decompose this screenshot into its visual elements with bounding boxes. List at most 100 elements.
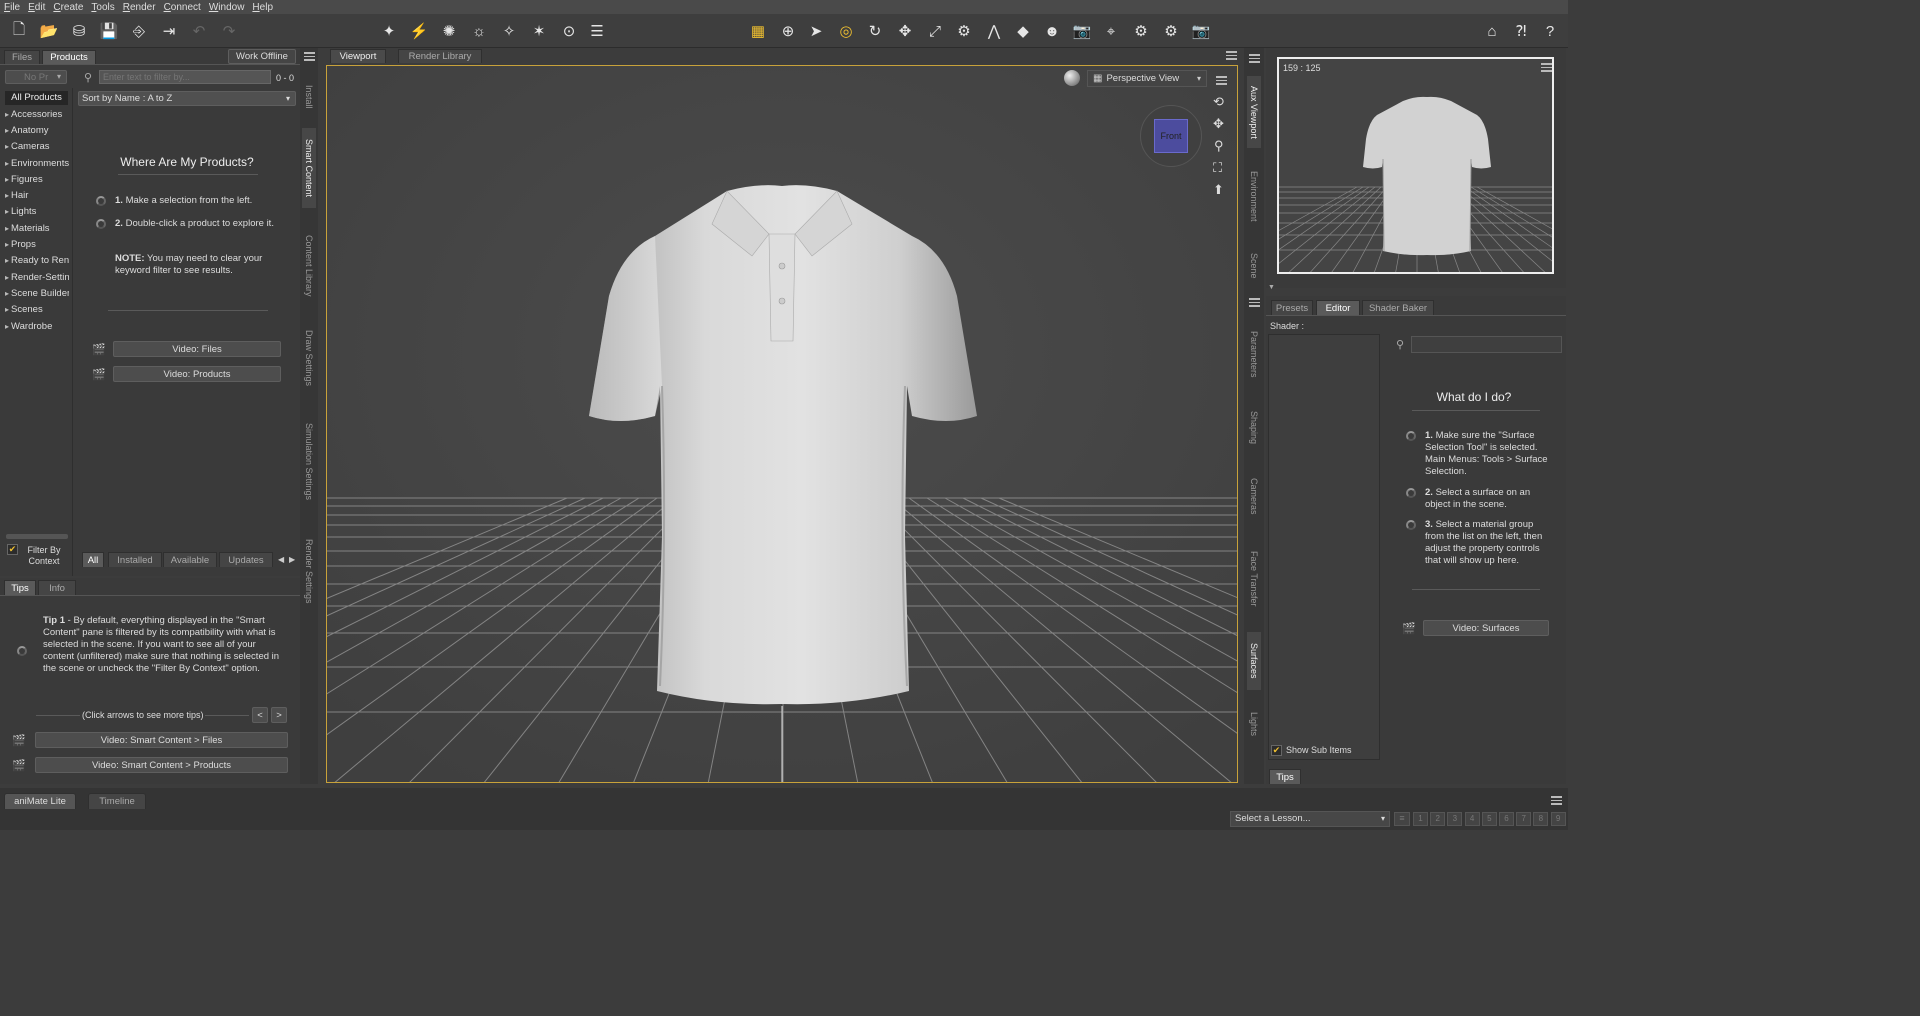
tab-presets[interactable]: Presets [1271, 300, 1313, 315]
category-accessories[interactable]: Accessories [5, 109, 69, 120]
lesson-step-button[interactable]: 4 [1464, 812, 1480, 826]
category-wardrobe[interactable]: Wardrobe [5, 321, 69, 332]
grid-toggle-icon[interactable]: ▦ [747, 20, 769, 42]
category-ready-to-render[interactable]: Ready to Render [5, 255, 69, 266]
scroll-left-icon[interactable]: ◀ [278, 555, 284, 564]
home-icon[interactable]: ⌂ [1481, 20, 1503, 42]
pan-icon[interactable]: ✥ [1213, 116, 1224, 132]
tab-surface-tips[interactable]: Tips [1269, 769, 1301, 784]
menu-create[interactable]: Create [49, 2, 87, 13]
new-file-icon[interactable]: 🗋 [8, 20, 30, 42]
view-cube[interactable]: Front [1154, 119, 1188, 153]
next-tip-button[interactable]: > [271, 707, 287, 723]
render-settings-2-icon[interactable]: ⚙ [1160, 20, 1182, 42]
render-settings-icon[interactable]: ⚙ [1130, 20, 1152, 42]
undo-icon[interactable]: ↶ [188, 20, 210, 42]
menu-connect[interactable]: Connect [160, 2, 205, 13]
view-menu-icon[interactable] [1216, 76, 1227, 85]
light-tool-icon[interactable]: ✧ [498, 20, 520, 42]
translate-icon[interactable]: ✥ [894, 20, 916, 42]
lesson-step-button[interactable]: 6 [1499, 812, 1514, 826]
menu-window[interactable]: Window [205, 2, 249, 13]
lesson-list-icon[interactable]: ≡ [1394, 812, 1410, 826]
tab-install[interactable]: Install [302, 70, 316, 124]
category-scene-builder[interactable]: Scene Builder [5, 288, 69, 299]
property-search-input[interactable] [1411, 336, 1562, 353]
tab-updates[interactable]: Updates [219, 552, 273, 567]
joint-editor-icon[interactable]: ⚙ [953, 20, 975, 42]
work-offline-button[interactable]: Work Offline [228, 49, 296, 64]
orbit-icon[interactable]: ⟲ [1213, 94, 1224, 110]
menu-render[interactable]: Render [119, 2, 160, 13]
pane-menu-icon[interactable] [1249, 54, 1260, 63]
lesson-step-button[interactable]: 2 [1430, 812, 1446, 826]
tab-shaping[interactable]: Shaping [1247, 402, 1261, 454]
tab-all[interactable]: All [82, 552, 104, 567]
node-weight-icon[interactable]: ◆ [1012, 20, 1034, 42]
lesson-step-button[interactable]: 3 [1447, 812, 1463, 826]
pointer-icon[interactable]: ➤ [805, 20, 827, 42]
camera-light-icon[interactable]: ✶ [528, 20, 550, 42]
tab-draw-settings[interactable]: Draw Settings [302, 320, 316, 396]
aux-menu-icon[interactable] [1541, 63, 1552, 72]
lesson-step-button[interactable]: 8 [1533, 812, 1549, 826]
sort-dropdown[interactable]: Sort by Name : A to Z ▾ [78, 91, 296, 106]
distant-light-icon[interactable]: ☼ [468, 20, 490, 42]
category-figures[interactable]: Figures [5, 174, 69, 185]
tab-content-library[interactable]: Content Library [302, 224, 316, 308]
node-select-icon[interactable]: ⊙ [558, 20, 580, 42]
video-surfaces-button[interactable]: Video: Surfaces [1423, 620, 1549, 636]
tab-surfaces[interactable]: Surfaces [1247, 632, 1261, 690]
category-anatomy[interactable]: Anatomy [5, 125, 69, 136]
video-smart-content-files-button[interactable]: Video: Smart Content > Files [35, 732, 288, 748]
reset-view-icon[interactable]: ⬆ [1213, 182, 1224, 198]
category-cameras[interactable]: Cameras [5, 141, 69, 152]
point-light-icon[interactable]: ✺ [438, 20, 460, 42]
frame-icon[interactable]: ⛶ [1213, 160, 1222, 176]
video-files-button[interactable]: Video: Files [113, 341, 281, 357]
category-hair[interactable]: Hair [5, 190, 69, 201]
merge-icon[interactable]: ⛁ [68, 20, 90, 42]
align-icon[interactable]: ☰ [586, 20, 608, 42]
figure-tool-icon[interactable]: ☻ [1041, 20, 1063, 42]
menu-file[interactable]: File [0, 2, 24, 13]
render-icon[interactable]: 📷 [1190, 20, 1212, 42]
tab-editor[interactable]: Editor [1316, 300, 1360, 315]
collapse-icon[interactable]: ▼ [1268, 284, 1275, 291]
tab-parameters[interactable]: Parameters [1247, 318, 1261, 390]
draw-style-icon[interactable] [1064, 70, 1080, 86]
lesson-step-button[interactable]: 1 [1413, 812, 1428, 826]
pane-menu-icon[interactable] [1249, 298, 1260, 307]
tab-lights[interactable]: Lights [1247, 704, 1261, 744]
selection-tool-icon[interactable]: ⌖ [1100, 20, 1122, 42]
tab-timeline[interactable]: Timeline [88, 793, 146, 809]
show-sub-items-checkbox[interactable]: ✔ [1271, 745, 1282, 756]
whats-this-icon[interactable]: ⁈ [1510, 20, 1532, 42]
pane-menu-icon[interactable] [304, 52, 315, 61]
tab-scene[interactable]: Scene [1247, 248, 1261, 284]
tab-simulation-settings[interactable]: Simulation Settings [302, 414, 316, 510]
material-group-list[interactable] [1268, 334, 1380, 760]
geometry-editor-icon[interactable]: ⋀ [983, 20, 1005, 42]
export-icon[interactable]: ⇥ [158, 20, 180, 42]
search-input[interactable] [99, 70, 271, 84]
tab-smart-content[interactable]: Smart Content [302, 128, 316, 208]
surface-selection-icon[interactable]: ◎ [835, 20, 857, 42]
tab-aux-viewport[interactable]: Aux Viewport [1247, 76, 1261, 148]
tab-environment[interactable]: Environment [1247, 162, 1261, 230]
redo-icon[interactable]: ↷ [218, 20, 240, 42]
tab-info[interactable]: Info [38, 580, 76, 595]
menu-tools[interactable]: Tools [87, 2, 118, 13]
save-icon[interactable]: 💾 [98, 20, 120, 42]
camera-view-dropdown[interactable]: ▦ Perspective View ▾ [1087, 70, 1207, 87]
tab-render-library[interactable]: Render Library [398, 49, 482, 63]
tab-files[interactable]: Files [4, 50, 40, 64]
tab-tips[interactable]: Tips [4, 580, 36, 595]
tab-cameras[interactable]: Cameras [1247, 468, 1261, 524]
tab-viewport[interactable]: Viewport [330, 49, 386, 63]
aux-viewport[interactable]: 159 : 125 [1277, 57, 1554, 274]
menu-edit[interactable]: Edit [24, 2, 49, 13]
tab-shader-baker[interactable]: Shader Baker [1362, 300, 1434, 315]
category-props[interactable]: Props [5, 239, 69, 250]
video-smart-content-products-button[interactable]: Video: Smart Content > Products [35, 757, 288, 773]
